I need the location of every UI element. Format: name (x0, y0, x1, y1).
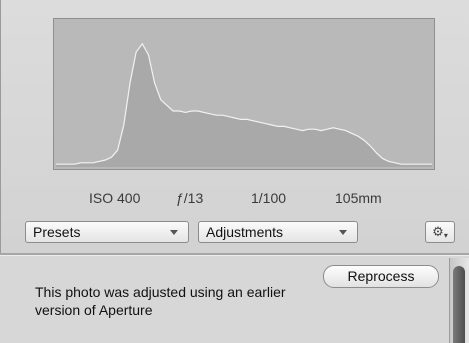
focal-length-value: 105mm (335, 190, 382, 206)
shutter-speed-value: 1/100 (251, 190, 287, 206)
action-menu-button[interactable]: ⚙▾ (425, 221, 455, 243)
chevron-down-icon (170, 230, 178, 235)
chevron-down-icon: ▾ (443, 231, 448, 240)
presets-popup-button[interactable]: Presets (25, 221, 189, 243)
histogram-graph (56, 42, 432, 167)
adjustments-popup-button[interactable]: Adjustments (198, 221, 358, 243)
reprocess-button[interactable]: Reprocess (323, 265, 439, 288)
inspector-top-panel: ISO 400 ƒ/13 1/100 105mm Presets Adjustm… (0, 0, 469, 253)
chevron-down-icon (339, 230, 347, 235)
adjustments-label: Adjustments (206, 224, 284, 240)
exif-info-bar: ISO 400 ƒ/13 1/100 105mm (1, 190, 469, 210)
iso-value: ISO 400 (89, 190, 141, 206)
outdated-adjustment-notice: This photo was adjusted using an earlier… (35, 284, 286, 318)
gear-icon: ⚙ (432, 224, 444, 239)
histogram-fill (56, 43, 432, 167)
scrollbar-thumb[interactable] (453, 266, 465, 343)
presets-label: Presets (33, 224, 81, 240)
aperture-value: ƒ/13 (176, 190, 204, 206)
vertical-scrollbar[interactable] (449, 258, 469, 343)
histogram (53, 18, 435, 170)
